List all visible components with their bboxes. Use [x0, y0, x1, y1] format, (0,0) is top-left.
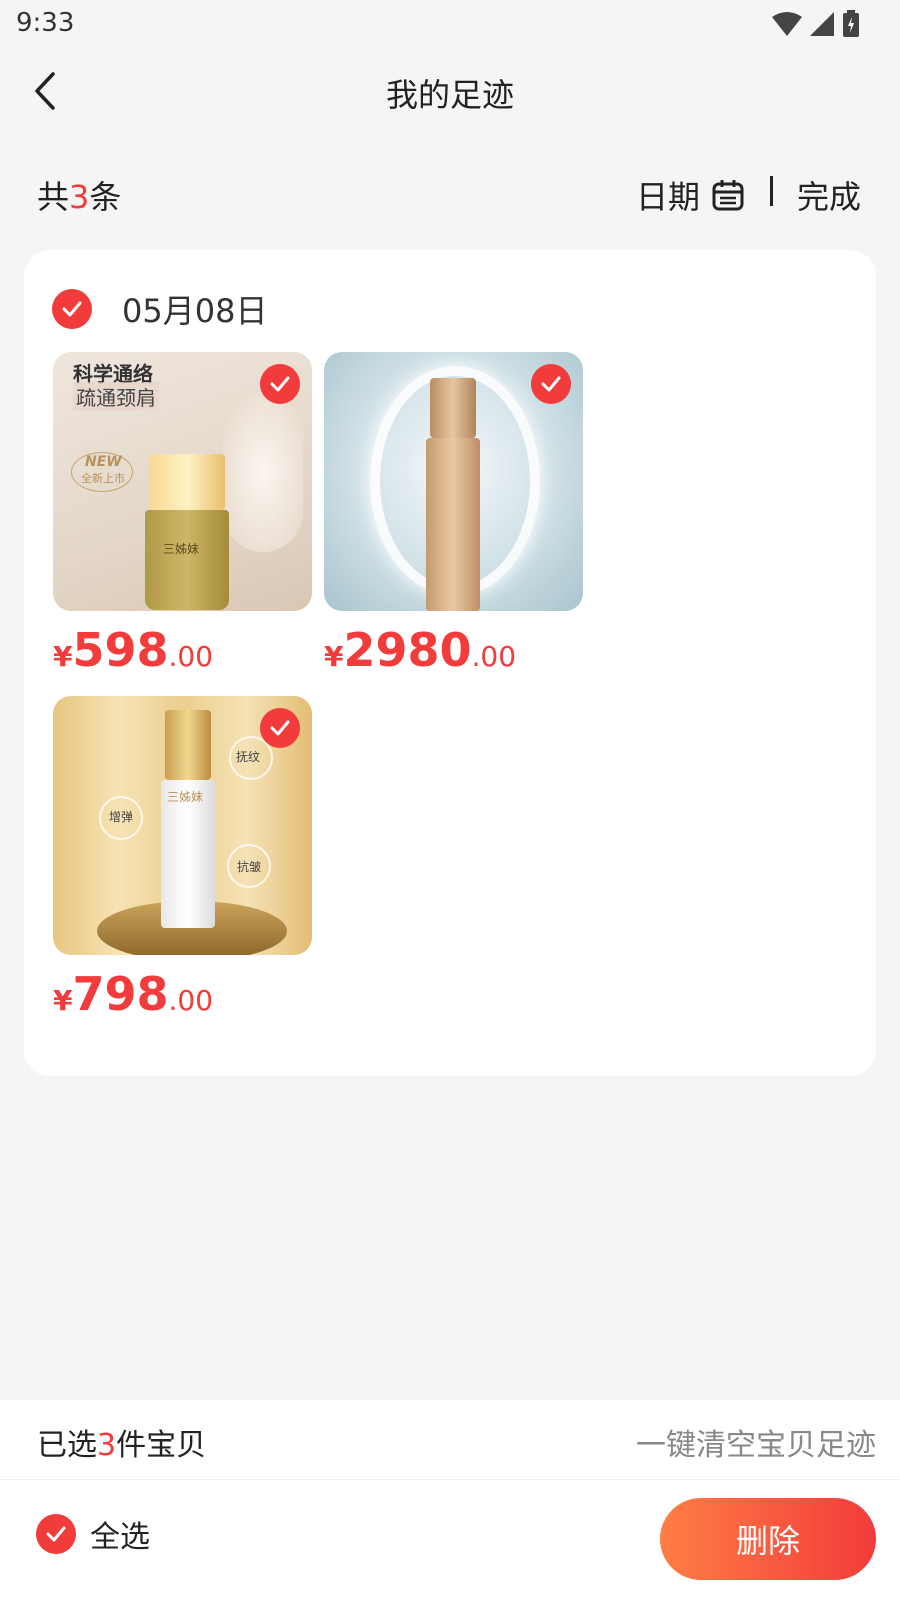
product-checkbox[interactable] — [531, 364, 571, 404]
status-bar: 9:33 — [0, 0, 900, 48]
product-image-text: 抚纹 — [236, 750, 261, 764]
date-filter-label: 日期 — [636, 178, 701, 216]
page-title: 我的足迹 — [385, 76, 514, 114]
delete-button[interactable]: 删除 — [660, 1498, 876, 1580]
checkmark-icon — [270, 720, 290, 736]
product-checkbox[interactable] — [260, 708, 300, 748]
header-divider — [770, 176, 773, 206]
product-checkbox[interactable] — [260, 364, 300, 404]
price-decimal: .00 — [471, 640, 517, 673]
group-checkbox[interactable] — [52, 289, 92, 329]
status-icons — [772, 10, 860, 38]
price-currency: ¥ — [53, 640, 73, 673]
count-prefix: 共 — [37, 178, 70, 216]
checkmark-icon — [46, 1526, 66, 1542]
product-image-text: 三姊妹 — [163, 542, 200, 556]
checkmark-icon — [270, 376, 290, 392]
footprint-card: 05月08日 科学通络 疏通颈肩 NEW 全新上市 三姊妹 ¥598.00 ¥2… — [24, 250, 876, 1076]
price-integer: 2980 — [343, 623, 472, 677]
product-image-text: 增弹 — [109, 810, 134, 824]
product-price: ¥598.00 — [53, 623, 312, 677]
product-image-text: NEW — [85, 454, 122, 470]
item-count: 共3条 — [37, 172, 121, 218]
select-all-toggle[interactable]: 全选 — [36, 1512, 150, 1556]
checkmark-icon — [541, 376, 561, 392]
product-image-text: 抗皱 — [237, 860, 262, 874]
select-all-label: 全选 — [90, 1520, 150, 1555]
bottle-body — [426, 438, 480, 611]
product-price: ¥2980.00 — [324, 623, 583, 677]
summary-row: 共3条 日期 完成 — [0, 160, 900, 222]
wifi-icon — [772, 12, 802, 36]
product-item: 三姊妹 抚纹 增弹 抗皱 ¥798.00 — [53, 696, 312, 1021]
bottle-cap — [430, 378, 476, 438]
selected-prefix: 已选 — [37, 1428, 97, 1463]
price-decimal: .00 — [168, 984, 214, 1017]
clear-footprints-link[interactable]: 一键清空宝贝足迹 — [636, 1420, 876, 1464]
price-decimal: .00 — [168, 640, 214, 673]
price-currency: ¥ — [324, 640, 344, 673]
count-suffix: 条 — [89, 178, 122, 216]
price-integer: 798 — [72, 967, 169, 1021]
product-image-text: 全新上市 — [81, 472, 125, 485]
status-time: 9:33 — [16, 8, 75, 38]
product-background-figure — [223, 392, 303, 552]
price-currency: ¥ — [53, 984, 73, 1017]
bottle-cap — [149, 454, 225, 510]
product-item: 科学通络 疏通颈肩 NEW 全新上市 三姊妹 ¥598.00 — [53, 352, 312, 677]
product-image[interactable]: 科学通络 疏通颈肩 NEW 全新上市 三姊妹 — [53, 352, 312, 611]
checkmark-icon — [62, 301, 82, 317]
product-image-text: 疏通颈肩 — [73, 382, 159, 411]
nav-bar: 我的足迹 — [0, 48, 900, 136]
date-filter-button[interactable]: 日期 — [636, 172, 744, 218]
select-all-checkbox[interactable] — [36, 1514, 76, 1554]
selected-suffix: 件宝贝 — [116, 1428, 207, 1463]
bottom-action-bar: 已选3件宝贝 一键清空宝贝足迹 全选 删除 — [0, 1400, 900, 1600]
count-number: 3 — [69, 178, 90, 216]
selected-number: 3 — [97, 1428, 117, 1463]
product-image[interactable] — [324, 352, 583, 611]
product-item: ¥2980.00 — [324, 352, 583, 677]
price-integer: 598 — [72, 623, 169, 677]
selection-summary-row: 已选3件宝贝 一键清空宝贝足迹 — [0, 1400, 900, 1480]
bottle-body — [145, 510, 229, 610]
battery-icon — [843, 10, 859, 37]
calendar-icon — [712, 180, 744, 211]
date-group-header: 05月08日 — [52, 286, 267, 332]
group-date: 05月08日 — [122, 292, 268, 330]
signal-icon — [810, 12, 834, 36]
product-image[interactable]: 三姊妹 抚纹 增弹 抗皱 — [53, 696, 312, 955]
done-button[interactable]: 完成 — [797, 172, 861, 218]
selected-count: 已选3件宝贝 — [37, 1420, 206, 1464]
bottle-cap — [165, 710, 211, 780]
product-price: ¥798.00 — [53, 967, 312, 1021]
product-image-text: 三姊妹 — [167, 790, 204, 804]
